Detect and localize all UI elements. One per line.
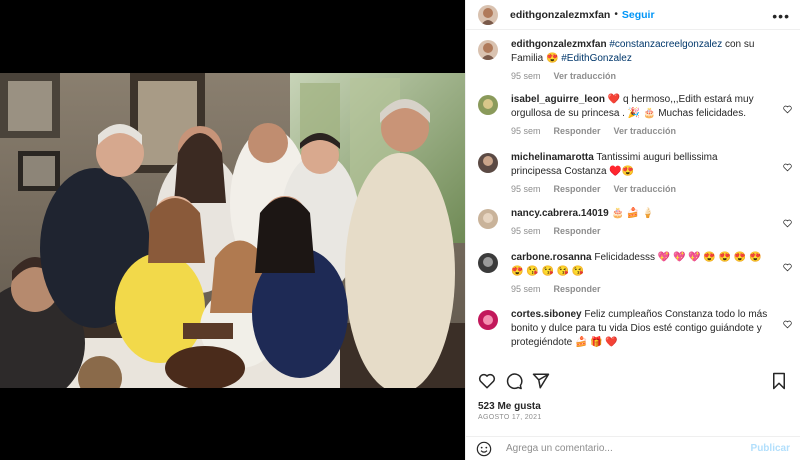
- comment-meta: 95 sem Responder Ver traducción: [511, 126, 768, 136]
- comment-item: carbone.rosanna Felicidadesss 💖 💖 💖 😍 😍 …: [466, 251, 800, 308]
- comment-item: cortes.siboney Feliz cumpleaños Constanz…: [466, 308, 800, 358]
- comment-item: isabel_aguirre_leon ❤️ q hermoso,,,Edith…: [466, 93, 800, 151]
- share-icon[interactable]: [532, 372, 550, 390]
- comment-time: 95 sem: [511, 126, 541, 136]
- commenter-username[interactable]: cortes.siboney: [511, 309, 582, 320]
- comment-time: 95 sem: [511, 184, 541, 194]
- reply-link[interactable]: Responder: [554, 284, 601, 294]
- post-date: AGOSTO 17, 2021: [478, 414, 542, 421]
- post-actions: [478, 372, 788, 392]
- caption-avatar[interactable]: [478, 40, 498, 60]
- commenter-username[interactable]: isabel_aguirre_leon: [511, 94, 605, 105]
- comment-text: michelinamarotta Tantissimi auguri belli…: [511, 151, 768, 179]
- reply-link[interactable]: Responder: [554, 126, 601, 136]
- family-photo-image: [0, 73, 465, 388]
- commenter-avatar[interactable]: [478, 209, 498, 229]
- post-sidebar: edithgonzalezmxfan • Seguir ••• edithgon…: [465, 0, 800, 460]
- caption-text: edithgonzalezmxfan #constanzacreelgonzal…: [511, 38, 768, 66]
- caption-meta: 95 sem Ver traducción: [511, 71, 768, 81]
- publish-button[interactable]: Publicar: [751, 443, 790, 454]
- caption: edithgonzalezmxfan #constanzacreelgonzal…: [466, 38, 800, 93]
- comment-time: 95 sem: [511, 284, 541, 294]
- hashtag-link[interactable]: #constanzacreelgonzalez: [609, 39, 722, 50]
- reply-link[interactable]: Responder: [554, 184, 601, 194]
- comments-list[interactable]: edithgonzalezmxfan #constanzacreelgonzal…: [466, 38, 800, 358]
- hashtag-link[interactable]: #EdithGonzalez: [561, 53, 632, 64]
- comment-time: 95 sem: [511, 226, 541, 236]
- smiley-icon[interactable]: [476, 441, 492, 457]
- like-comment-heart-icon[interactable]: [783, 163, 792, 172]
- add-comment-bar: Publicar: [466, 436, 800, 460]
- heart-icon[interactable]: [478, 372, 496, 390]
- follow-button[interactable]: Seguir: [622, 9, 655, 21]
- commenter-username[interactable]: nancy.cabrera.14019: [511, 208, 609, 219]
- like-comment-heart-icon[interactable]: [783, 219, 792, 228]
- likes-count[interactable]: 523 Me gusta: [478, 401, 541, 412]
- reply-link[interactable]: Responder: [554, 226, 601, 236]
- comment-icon[interactable]: [505, 372, 523, 390]
- caption-username[interactable]: edithgonzalezmxfan: [511, 39, 607, 50]
- author-username[interactable]: edithgonzalezmxfan: [510, 9, 610, 21]
- like-comment-heart-icon[interactable]: [783, 320, 792, 329]
- translate-link[interactable]: Ver traducción: [554, 71, 617, 81]
- author-avatar[interactable]: [478, 4, 498, 25]
- caption-time: 95 sem: [511, 71, 541, 81]
- comment-text: nancy.cabrera.14019 🎂 🍰 🍦: [511, 207, 654, 221]
- comment-text: isabel_aguirre_leon ❤️ q hermoso,,,Edith…: [511, 93, 768, 121]
- comment-meta: 95 sem Responder: [511, 284, 768, 294]
- commenter-avatar[interactable]: [478, 310, 498, 330]
- post-photo[interactable]: [0, 73, 465, 388]
- post-header: edithgonzalezmxfan • Seguir •••: [466, 0, 800, 30]
- post-media[interactable]: [0, 0, 465, 460]
- comment-input[interactable]: [506, 443, 751, 454]
- comment-meta: 95 sem Responder Ver traducción: [511, 184, 768, 194]
- separator-dot: •: [614, 9, 618, 20]
- commenter-avatar[interactable]: [478, 253, 498, 273]
- like-comment-heart-icon[interactable]: [783, 263, 792, 272]
- comment-item: michelinamarotta Tantissimi auguri belli…: [466, 151, 800, 207]
- comment-text: carbone.rosanna Felicidadesss 💖 💖 💖 😍 😍 …: [511, 251, 768, 279]
- commenter-avatar[interactable]: [478, 95, 498, 115]
- comment-meta: 95 sem Responder: [511, 226, 654, 236]
- translate-link[interactable]: Ver traducción: [614, 184, 677, 194]
- comment-body: 🎂 🍰 🍦: [611, 208, 655, 219]
- commenter-avatar[interactable]: [478, 153, 498, 173]
- instagram-post: edithgonzalezmxfan • Seguir ••• edithgon…: [0, 0, 800, 460]
- commenter-username[interactable]: michelinamarotta: [511, 152, 594, 163]
- bookmark-icon[interactable]: [770, 372, 788, 390]
- more-options-icon[interactable]: •••: [772, 8, 790, 24]
- like-comment-heart-icon[interactable]: [783, 105, 792, 114]
- translate-link[interactable]: Ver traducción: [614, 126, 677, 136]
- comment-item: nancy.cabrera.14019 🎂 🍰 🍦 95 sem Responde…: [466, 207, 800, 251]
- comment-text: cortes.siboney Feliz cumpleaños Constanz…: [511, 308, 768, 350]
- commenter-username[interactable]: carbone.rosanna: [511, 252, 592, 263]
